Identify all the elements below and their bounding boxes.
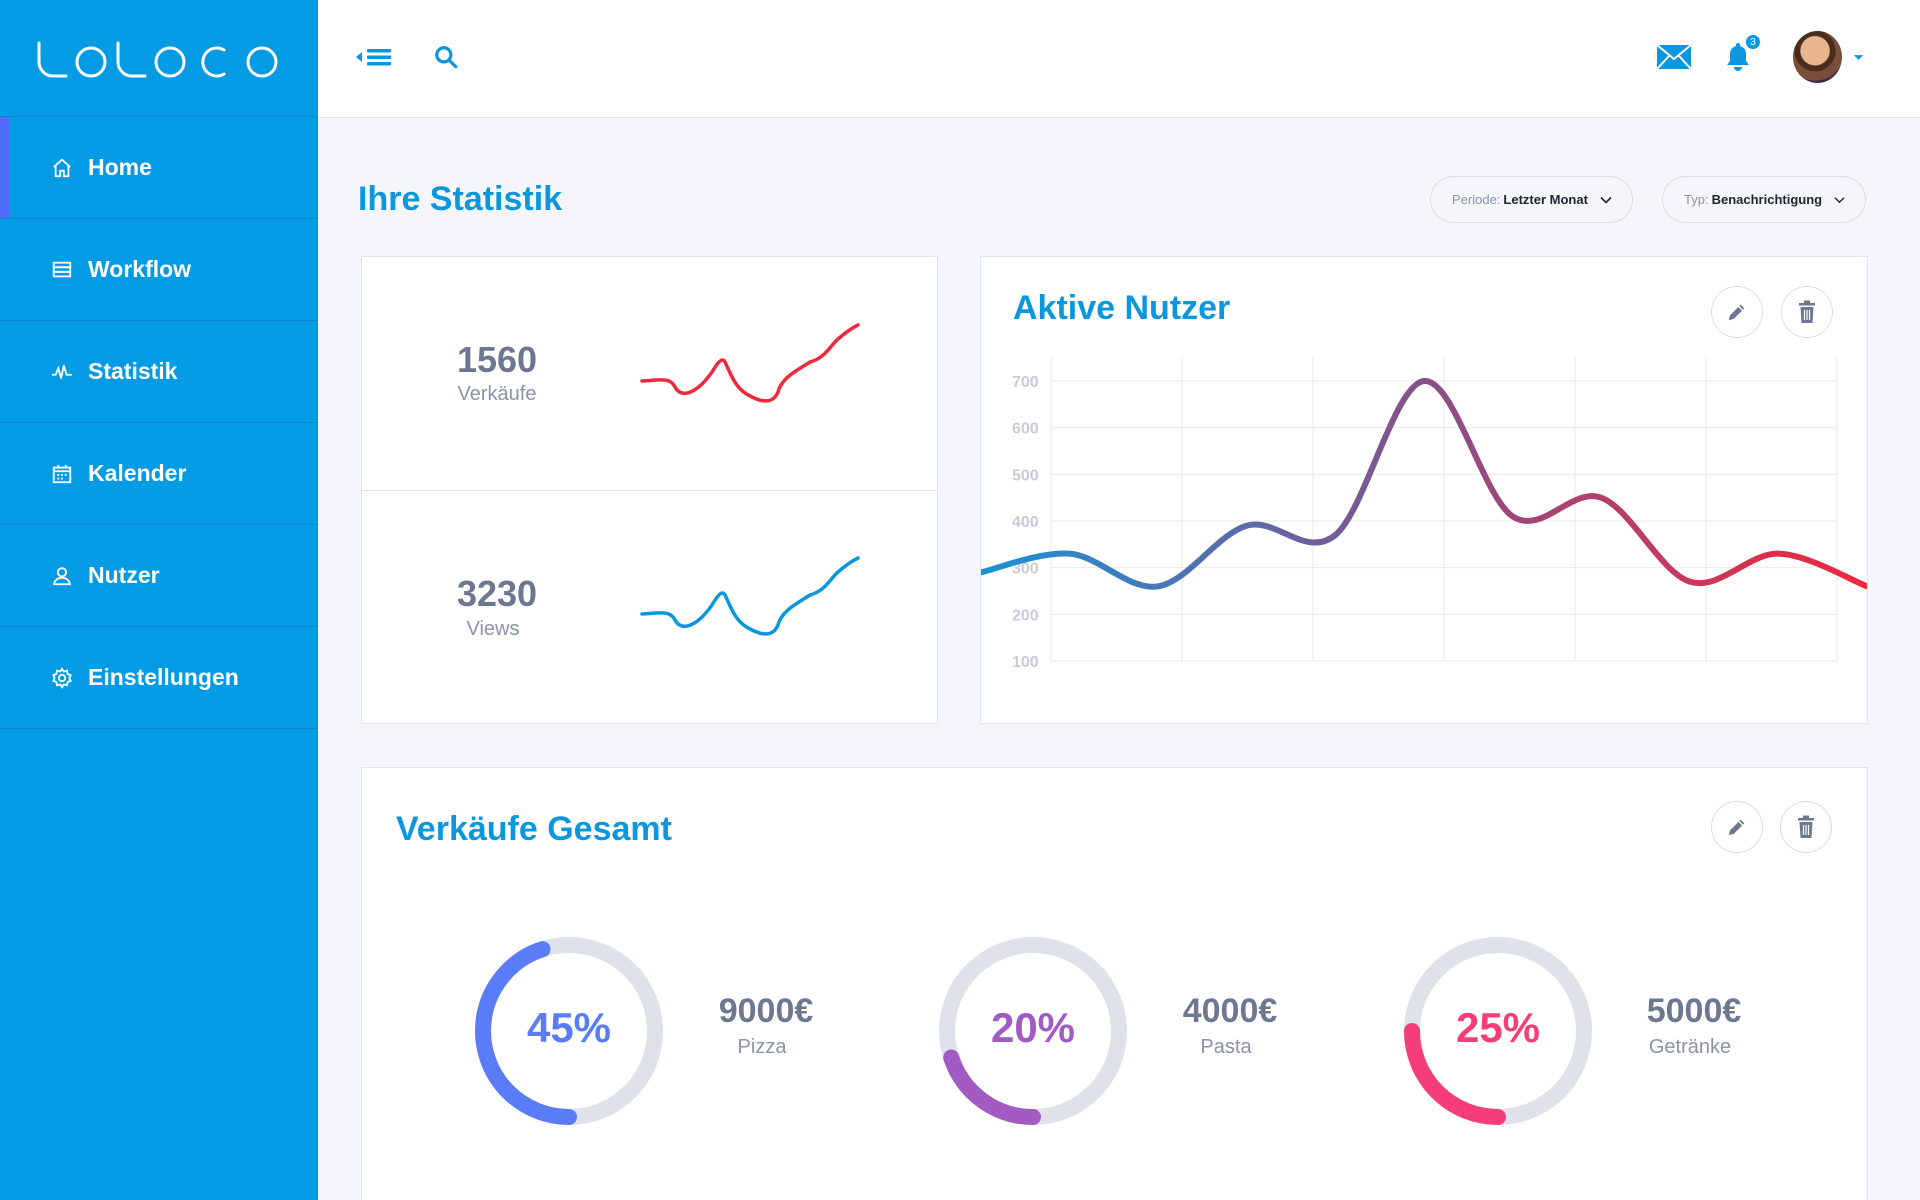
type-filter-dropdown[interactable]: Typ: Benachrichtigung xyxy=(1662,176,1866,223)
sidebar-item-einstellungen[interactable]: Einstellungen xyxy=(0,627,318,729)
mail-icon xyxy=(1656,44,1692,70)
user-menu[interactable] xyxy=(1793,30,1865,84)
trash-icon xyxy=(1798,815,1814,838)
chart-grid xyxy=(1050,357,1838,662)
sales-sparkline-line xyxy=(640,323,860,403)
donut-label: Pasta xyxy=(1200,1036,1252,1058)
user-icon xyxy=(50,564,74,588)
filter-value: Benachrichtigung xyxy=(1711,192,1823,207)
donut-label: Getränke xyxy=(1648,1036,1732,1058)
donut-amount: 4000€ xyxy=(1182,992,1278,1030)
sidebar-item-label: Workflow xyxy=(88,256,192,282)
notifications-button[interactable]: 3 xyxy=(1723,34,1761,72)
calendar-icon xyxy=(50,462,74,486)
sidebar-item-label: Statistik xyxy=(88,358,178,384)
sidebar-item-nutzer[interactable]: Nutzer xyxy=(0,525,318,627)
filter-label: Typ: xyxy=(1684,192,1709,207)
sidebar-item-label: Kalender xyxy=(88,460,187,486)
statistik-icon xyxy=(50,360,74,384)
card-title: Verkäufe Gesamt xyxy=(396,810,672,848)
brand-logo xyxy=(37,41,278,78)
topbar: 3 xyxy=(318,0,1920,118)
notification-badge: 3 xyxy=(1745,34,1761,50)
sidebar-item-label: Einstellungen xyxy=(88,664,239,690)
filter-label: Periode: xyxy=(1452,192,1501,207)
y-tick-label: 200 xyxy=(1012,607,1039,624)
edit-button[interactable] xyxy=(1711,801,1763,853)
workflow-icon xyxy=(50,258,74,282)
donut-percent: 20% xyxy=(990,1004,1076,1051)
stats-card: 1560 Verkäufe 3230 Views xyxy=(361,256,938,724)
sidebar-item-kalender[interactable]: Kalender xyxy=(0,423,318,525)
page-title: Ihre Statistik xyxy=(358,180,563,218)
y-tick-label: 600 xyxy=(1012,421,1039,438)
delete-button[interactable] xyxy=(1781,286,1833,338)
search-button[interactable] xyxy=(431,42,461,72)
stat-label: Views xyxy=(466,618,520,640)
chevron-down-icon xyxy=(1834,196,1845,203)
divider xyxy=(362,490,937,491)
donut-amount: 9000€ xyxy=(718,992,814,1030)
y-tick-label: 700 xyxy=(1012,374,1039,391)
sidebar-item-statistik[interactable]: Statistik xyxy=(0,321,318,423)
y-tick-label: 500 xyxy=(1012,467,1039,484)
donut-percent: 25% xyxy=(1455,1004,1541,1051)
search-icon xyxy=(435,46,458,69)
sidebar-item-workflow[interactable]: Workflow xyxy=(0,219,318,321)
active-users-series-line xyxy=(981,378,1867,590)
avatar xyxy=(1793,31,1842,83)
active-users-chart: 700600500400300200100 xyxy=(981,357,1867,671)
sidebar-item-home[interactable]: Home xyxy=(0,117,318,219)
caret-down-icon xyxy=(1853,55,1864,60)
card-title: Aktive Nutzer xyxy=(1013,289,1231,327)
active-users-card: Aktive Nutzer 700 600 500 400 300 200 100 xyxy=(980,256,1868,724)
gear-icon xyxy=(50,666,74,690)
sidebar-item-label: Nutzer xyxy=(88,562,160,588)
pencil-icon xyxy=(1728,819,1745,836)
y-tick-label: 100 xyxy=(1012,654,1039,671)
messages-button[interactable] xyxy=(1656,42,1692,72)
menu-collapse-icon xyxy=(356,49,391,66)
stat-value: 1560 xyxy=(456,339,538,380)
pencil-icon xyxy=(1728,304,1745,321)
filter-value: Letzter Monat xyxy=(1503,192,1588,207)
logo[interactable] xyxy=(0,0,318,117)
sidebar-item-label: Home xyxy=(88,154,152,180)
y-tick-label: 400 xyxy=(1012,514,1039,531)
views-sparkline xyxy=(640,556,860,636)
chevron-down-icon xyxy=(1600,196,1612,204)
sidebar: Home Workflow Statistik Kalender Nutzer … xyxy=(0,0,318,1200)
donut-amount: 5000€ xyxy=(1646,992,1742,1030)
home-icon xyxy=(50,156,74,180)
chart-y-axis: 700600500400300200100 xyxy=(1012,374,1039,671)
sales-sparkline xyxy=(640,323,860,403)
stat-value: 3230 xyxy=(456,573,538,614)
period-filter-dropdown[interactable]: Periode: Letzter Monat xyxy=(1430,176,1633,223)
trash-icon xyxy=(1799,300,1815,323)
views-sparkline-line xyxy=(640,556,860,636)
delete-button[interactable] xyxy=(1780,801,1832,853)
edit-button[interactable] xyxy=(1711,286,1763,338)
sales-total-card: Verkäufe Gesamt 45% 9000€ Pizza 20% 4000… xyxy=(361,767,1868,1200)
stat-label: Verkäufe xyxy=(457,383,537,405)
menu-toggle-button[interactable] xyxy=(356,40,400,74)
donut-label: Pizza xyxy=(737,1036,787,1058)
donut-percent: 45% xyxy=(526,1004,612,1051)
